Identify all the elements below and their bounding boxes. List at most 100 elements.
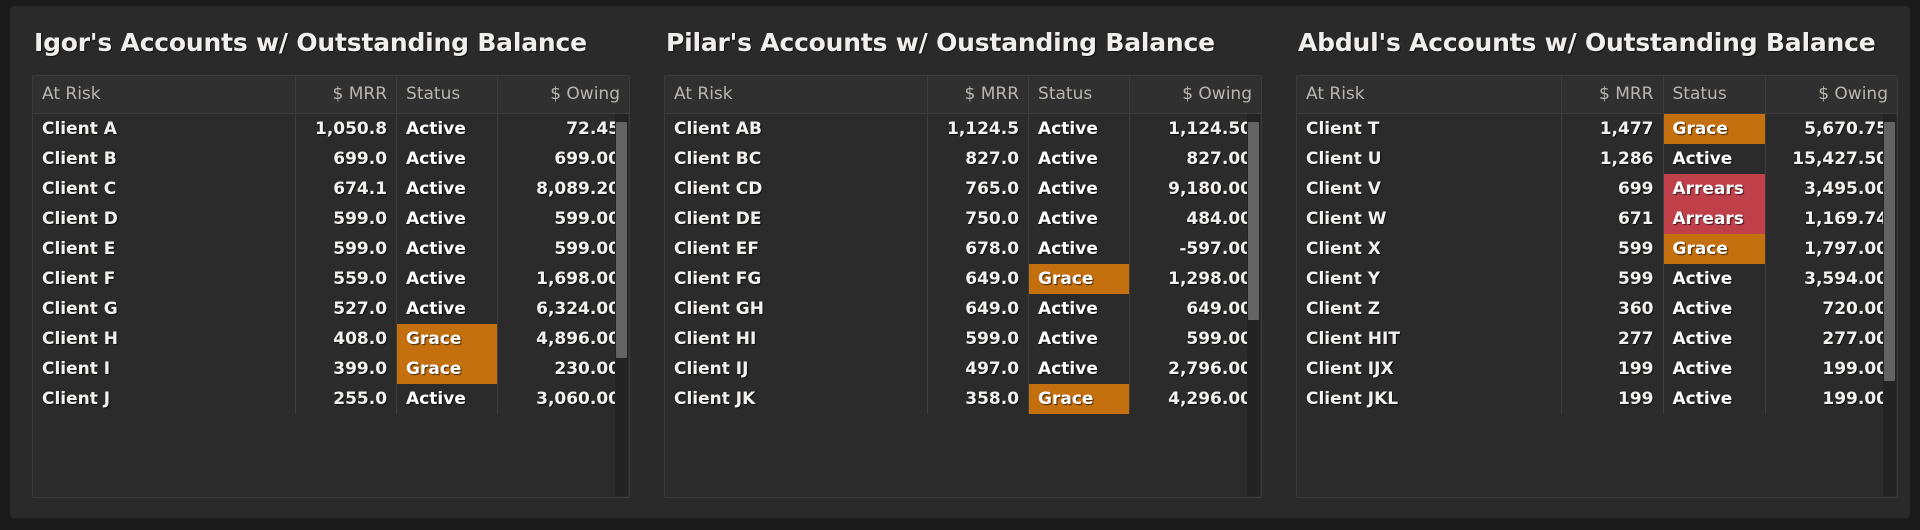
cell-client-name: Client X	[1297, 234, 1562, 264]
table-row[interactable]: Client IJ 497.0 Active 2,796.00	[665, 354, 1261, 384]
table-header-row: At Risk $ MRR Status $ Owing	[665, 76, 1261, 114]
vertical-scrollbar[interactable]	[1883, 114, 1896, 496]
column-header-at-risk[interactable]: At Risk	[33, 76, 296, 114]
table-row[interactable]: Client E 599.0 Active 599.00	[33, 234, 629, 264]
cell-client-name: Client A	[33, 113, 296, 144]
cell-status: Arrears	[1663, 204, 1766, 234]
cell-client-name: Client FG	[665, 264, 928, 294]
table-row[interactable]: Client BC 827.0 Active 827.00	[665, 144, 1261, 174]
cell-owing: 599.00	[1186, 329, 1252, 349]
cell-owing: 9,180.00	[1168, 179, 1252, 199]
scrollbar-thumb[interactable]	[1248, 121, 1259, 321]
cell-client-name: Client BC	[665, 144, 928, 174]
status-badge: Active	[406, 179, 466, 199]
cell-status: Grace	[396, 354, 499, 384]
column-header-owing[interactable]: $ Owing	[1765, 76, 1897, 114]
table-row[interactable]: Client GH 649.0 Active 649.00	[665, 294, 1261, 324]
table-row[interactable]: Client T 1,477 Grace 5,670.75	[1297, 113, 1897, 144]
cell-client-name: Client IJ	[665, 354, 928, 384]
table-row[interactable]: Client D 599.0 Active 599.00	[33, 204, 629, 234]
cell-mrr: 599.0	[295, 204, 398, 234]
scrollbar-thumb[interactable]	[616, 121, 627, 359]
cell-client-name: Client GH	[665, 294, 928, 324]
cell-owing: 1,124.50	[1168, 119, 1252, 139]
column-header-at-risk[interactable]: At Risk	[665, 76, 928, 114]
cell-client-name: Client V	[1297, 174, 1562, 204]
table-row[interactable]: Client U 1,286 Active 15,427.50	[1297, 144, 1897, 174]
status-badge: Active	[406, 239, 466, 259]
column-header-at-risk[interactable]: At Risk	[1297, 76, 1562, 114]
table-row[interactable]: Client JKL 199 Active 199.00	[1297, 384, 1897, 414]
column-header-mrr[interactable]: $ MRR	[927, 76, 1030, 114]
table-row[interactable]: Client HI 599.0 Active 599.00	[665, 324, 1261, 354]
cell-owing: 4,896.00	[536, 329, 620, 349]
column-header-mrr[interactable]: $ MRR	[295, 76, 398, 114]
column-header-owing[interactable]: $ Owing	[1129, 76, 1261, 114]
cell-mrr: 599	[1561, 264, 1664, 294]
table-row[interactable]: Client H 408.0 Grace 4,896.00	[33, 324, 629, 354]
vertical-scrollbar[interactable]	[615, 114, 628, 496]
cell-status: Active	[1663, 384, 1766, 414]
status-badge: Active	[406, 389, 466, 409]
cell-status: Active	[1028, 294, 1131, 324]
cell-owing: -597.00	[1179, 239, 1252, 259]
cell-status: Active	[1028, 174, 1131, 204]
table-row[interactable]: Client JK 358.0 Grace 4,296.00	[665, 384, 1261, 414]
cell-client-name: Client G	[33, 294, 296, 324]
scrollbar-thumb[interactable]	[1884, 121, 1895, 382]
table-row[interactable]: Client DE 750.0 Active 484.00	[665, 204, 1261, 234]
status-badge: Active	[406, 119, 466, 139]
column-header-mrr[interactable]: $ MRR	[1561, 76, 1664, 114]
status-badge: Arrears	[1663, 174, 1764, 204]
column-header-status[interactable]: Status	[396, 76, 499, 114]
table-row[interactable]: Client AB 1,124.5 Active 1,124.50	[665, 113, 1261, 144]
table-row[interactable]: Client F 559.0 Active 1,698.00	[33, 264, 629, 294]
table-row[interactable]: Client IJX 199 Active 199.00	[1297, 354, 1897, 384]
cell-status: Active	[396, 174, 499, 204]
table-row[interactable]: Client V 699 Arrears 3,495.00	[1297, 174, 1897, 204]
table-row[interactable]: Client EF 678.0 Active -597.00	[665, 234, 1261, 264]
cell-mrr: 750.0	[927, 204, 1030, 234]
table-row[interactable]: Client I 399.0 Grace 230.00	[33, 354, 629, 384]
cell-mrr: 827.0	[927, 144, 1030, 174]
cell-client-name: Client AB	[665, 113, 928, 144]
table-row[interactable]: Client G 527.0 Active 6,324.00	[33, 294, 629, 324]
cell-status: Active	[396, 113, 499, 144]
table-row[interactable]: Client W 671 Arrears 1,169.74	[1297, 204, 1897, 234]
status-badge: Grace	[1029, 264, 1129, 294]
cell-status: Active	[396, 144, 499, 174]
cell-status: Active	[396, 204, 499, 234]
table-row[interactable]: Client CD 765.0 Active 9,180.00	[665, 174, 1261, 204]
table-row[interactable]: Client HIT 277 Active 277.00	[1297, 324, 1897, 354]
table-row[interactable]: Client A 1,050.8 Active 72.45	[33, 113, 629, 144]
table-row[interactable]: Client J 255.0 Active 3,060.00	[33, 384, 629, 414]
table-row[interactable]: Client FG 649.0 Grace 1,298.00	[665, 264, 1261, 294]
page-title: Abdul's Accounts w/ Outstanding Balance	[1298, 28, 1876, 57]
cell-status: Active	[1663, 354, 1766, 384]
column-header-status[interactable]: Status	[1028, 76, 1131, 114]
accounts-table-igor: At Risk $ MRR Status $ Owing Client A 1,0…	[33, 76, 629, 414]
cell-mrr: 408.0	[295, 324, 398, 354]
status-badge: Active	[1038, 209, 1098, 229]
dashboard-root: Igor's Accounts w/ Outstanding Balance A…	[10, 6, 1910, 518]
cell-mrr: 399.0	[295, 354, 398, 384]
cell-owing: 484.00	[1186, 209, 1252, 229]
vertical-scrollbar[interactable]	[1247, 114, 1260, 496]
cell-mrr: 649.0	[927, 264, 1030, 294]
cell-owing: 8,089.20	[536, 179, 620, 199]
column-header-owing[interactable]: $ Owing	[497, 76, 629, 114]
cell-status: Active	[1028, 234, 1131, 264]
cell-owing: 4,296.00	[1168, 389, 1252, 409]
column-header-status[interactable]: Status	[1663, 76, 1766, 114]
cell-status: Grace	[1028, 264, 1131, 294]
table-row[interactable]: Client Y 599 Active 3,594.00	[1297, 264, 1897, 294]
status-badge: Active	[1038, 299, 1098, 319]
table-row[interactable]: Client C 674.1 Active 8,089.20	[33, 174, 629, 204]
table-row[interactable]: Client X 599 Grace 1,797.00	[1297, 234, 1897, 264]
cell-owing: 3,594.00	[1804, 269, 1888, 289]
table-row[interactable]: Client B 699.0 Active 699.00	[33, 144, 629, 174]
cell-client-name: Client HIT	[1297, 324, 1562, 354]
cell-status: Active	[1663, 264, 1766, 294]
table-row[interactable]: Client Z 360 Active 720.00	[1297, 294, 1897, 324]
status-badge: Active	[1038, 149, 1098, 169]
